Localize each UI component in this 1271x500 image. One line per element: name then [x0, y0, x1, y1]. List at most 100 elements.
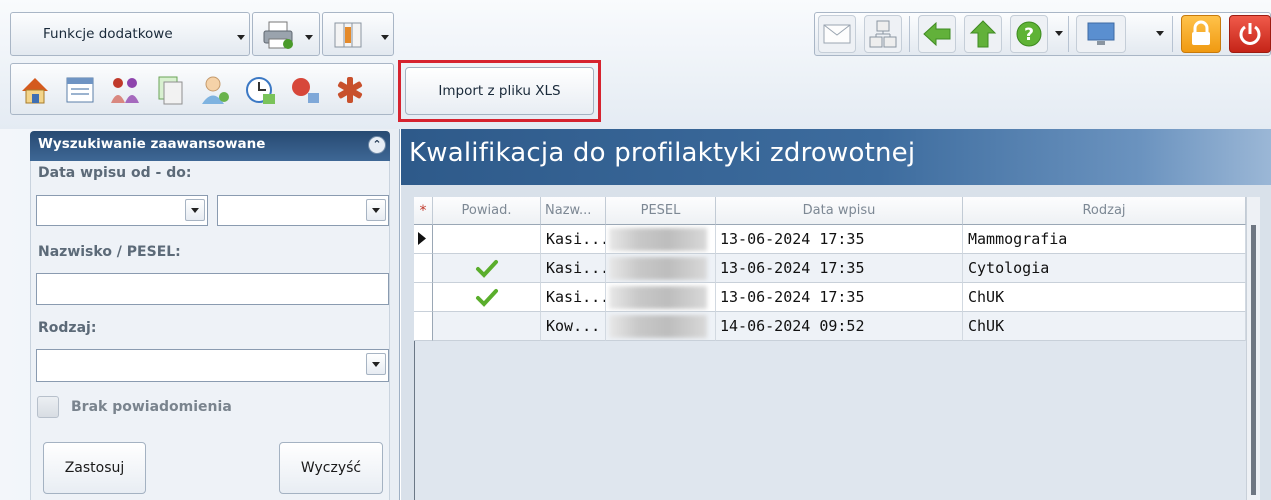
import-xls-label: Import z pliku XLS — [438, 83, 561, 99]
chevron-down-icon[interactable] — [1156, 31, 1164, 36]
notified-cell — [433, 283, 541, 312]
redacted-pesel — [609, 227, 707, 251]
medical-services-icon[interactable] — [286, 71, 324, 109]
chevron-down-icon — [237, 35, 245, 40]
chevron-down-icon — [191, 207, 199, 213]
date-to-dropdown[interactable] — [366, 199, 386, 221]
column-header-notified[interactable]: Powiad. — [433, 197, 541, 225]
chevron-down-icon — [305, 35, 313, 40]
home-icon[interactable] — [16, 71, 54, 109]
clear-label: Wyczyść — [300, 460, 362, 476]
advanced-search-title: Wyszukiwanie zaawansowane — [38, 136, 266, 152]
date-cell: 13-06-2024 17:35 — [716, 283, 963, 312]
apply-button[interactable]: Zastosuj — [43, 442, 146, 494]
surname-cell: Kasi... — [541, 283, 606, 312]
type-label: Rodzaj: — [38, 320, 97, 336]
notified-cell — [433, 254, 541, 283]
up-arrow-icon[interactable] — [964, 15, 1002, 53]
checkmark-icon — [475, 260, 498, 278]
svg-text:?: ? — [1024, 25, 1034, 45]
back-arrow-icon[interactable] — [918, 15, 956, 53]
row-selector[interactable] — [414, 312, 433, 341]
type-cell: ChUK — [963, 312, 1246, 341]
column-header-label: PESEL — [640, 203, 681, 218]
calendar-icon[interactable] — [61, 71, 99, 109]
network-icon[interactable] — [864, 15, 902, 53]
separator — [909, 16, 910, 52]
monitor-icon[interactable] — [1076, 15, 1126, 53]
help-icon[interactable]: ? — [1010, 15, 1048, 53]
chevron-down-icon — [372, 207, 380, 213]
clear-button[interactable]: Wyczyść — [279, 442, 383, 494]
mail-icon[interactable] — [818, 15, 856, 53]
notified-cell — [433, 312, 541, 341]
functions-dropdown[interactable]: Funkcje dodatkowe — [10, 12, 250, 56]
row-selector[interactable] — [414, 283, 433, 312]
date-range-label: Data wpisu od - do: — [38, 165, 192, 181]
asterisk-icon[interactable] — [331, 71, 369, 109]
row-selector-header: * — [414, 197, 433, 225]
page-title: Kwalifikacja do profilaktyki zdrowotnej — [409, 138, 916, 168]
row-selector[interactable] — [414, 254, 433, 283]
functions-label: Funkcje dodatkowe — [43, 26, 173, 42]
type-cell: Cytologia — [963, 254, 1246, 283]
chevron-down-icon — [372, 361, 380, 367]
date-cell: 13-06-2024 17:35 — [716, 225, 963, 254]
redacted-pesel — [609, 314, 707, 338]
documents-icon[interactable] — [151, 71, 189, 109]
column-header-label: Data wpisu — [802, 203, 876, 218]
current-row-icon — [418, 232, 426, 245]
lock-icon[interactable] — [1181, 15, 1221, 53]
column-header-type[interactable]: Rodzaj — [963, 197, 1246, 225]
separator — [1068, 16, 1069, 52]
pesel-cell — [606, 312, 716, 341]
collapse-icon[interactable]: ⌃ — [368, 136, 386, 154]
type-cell: ChUK — [963, 283, 1246, 312]
date-cell: 14-06-2024 09:52 — [716, 312, 963, 341]
columns-button[interactable] — [322, 12, 394, 56]
chevron-down-icon[interactable] — [1055, 31, 1063, 36]
column-header-date[interactable]: Data wpisu — [716, 197, 963, 225]
apply-label: Zastosuj — [64, 460, 125, 476]
patients-icon[interactable] — [106, 71, 144, 109]
import-xls-button[interactable]: Import z pliku XLS — [405, 67, 594, 115]
column-header-label: Nazw... — [545, 203, 592, 218]
surname-pesel-label: Nazwisko / PESEL: — [38, 244, 181, 260]
date-cell: 13-06-2024 17:35 — [716, 254, 963, 283]
notified-cell — [433, 225, 541, 254]
scrollbar-thumb[interactable] — [1251, 225, 1256, 495]
column-header-label: Powiad. — [461, 203, 512, 218]
no-notification-label: Brak powiadomienia — [71, 399, 232, 415]
surname-cell: Kasi... — [541, 225, 606, 254]
date-from-dropdown[interactable] — [185, 199, 205, 221]
redacted-pesel — [609, 256, 707, 280]
row-selector[interactable] — [414, 225, 433, 254]
surname-pesel-input[interactable] — [36, 273, 389, 305]
pesel-cell — [606, 225, 716, 254]
print-button[interactable] — [252, 12, 320, 56]
checkmark-icon — [475, 289, 498, 307]
redacted-pesel — [609, 285, 707, 309]
pesel-cell — [606, 254, 716, 283]
new-row-icon: * — [419, 202, 427, 219]
date-from-field[interactable] — [36, 195, 208, 226]
date-to-field[interactable] — [217, 195, 389, 226]
printer-icon — [263, 21, 293, 49]
chevron-down-icon — [381, 35, 389, 40]
type-dropdown[interactable] — [366, 353, 386, 375]
vertical-scrollbar[interactable] — [1246, 197, 1260, 500]
table-columns-icon — [334, 22, 362, 48]
separator — [1172, 16, 1173, 52]
pesel-cell — [606, 283, 716, 312]
column-header-pesel[interactable]: PESEL — [606, 197, 716, 225]
staff-icon[interactable] — [196, 71, 234, 109]
surname-cell: Kasi... — [541, 254, 606, 283]
surname-cell: Kow... — [541, 312, 606, 341]
column-header-label: Rodzaj — [1082, 203, 1126, 218]
type-select[interactable] — [36, 349, 389, 382]
schedule-icon[interactable] — [241, 71, 279, 109]
type-cell: Mammografia — [963, 225, 1246, 254]
power-icon[interactable] — [1229, 15, 1271, 53]
column-header-surname[interactable]: Nazw... — [541, 197, 606, 225]
no-notification-checkbox[interactable] — [37, 396, 59, 418]
